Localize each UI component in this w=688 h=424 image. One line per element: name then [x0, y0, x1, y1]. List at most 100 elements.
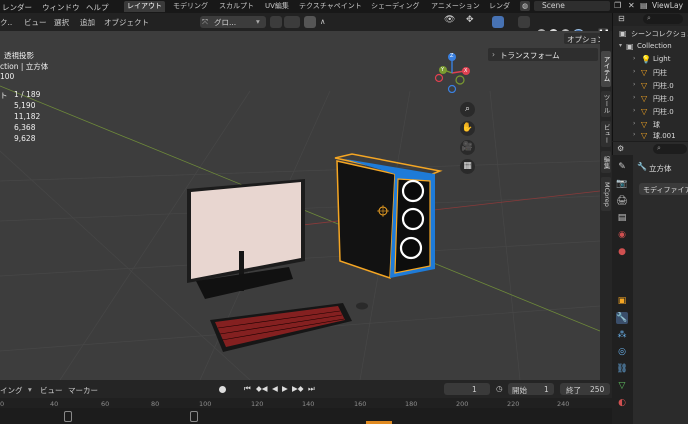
camera-icon[interactable]: 🎥: [460, 140, 475, 155]
view-layer-icon[interactable]: ▤: [640, 1, 650, 11]
play-icon[interactable]: ▶: [282, 384, 288, 393]
tab-layout[interactable]: レイアウト: [124, 1, 165, 12]
mouse-hint-icon: [190, 411, 198, 422]
jump-end-icon[interactable]: ⏭: [308, 384, 315, 394]
outliner-item-label: 球.001: [653, 132, 676, 140]
menu-render[interactable]: レンダー: [2, 2, 32, 13]
wrench-icon: 🔧: [637, 162, 647, 171]
proportional-toggle[interactable]: [304, 16, 316, 28]
physics-tab-icon[interactable]: ◎: [616, 346, 628, 358]
tab-mcprep[interactable]: MCprep: [601, 177, 611, 211]
editor-type-icon[interactable]: ⚙: [617, 144, 624, 153]
visibility-icon[interactable]: 👁: [444, 15, 455, 25]
play-reverse-icon[interactable]: ◀: [272, 384, 278, 393]
3d-viewport[interactable]: 透視投影 ction | 立方体 100 ト 1 / 189 5,190 11,…: [0, 31, 600, 380]
grid-ortho-icon[interactable]: ▦: [460, 159, 475, 174]
zoom-icon[interactable]: ⌕: [460, 102, 475, 117]
filter-icon[interactable]: ⊟: [618, 14, 627, 23]
ruler-tick: 40: [50, 400, 59, 408]
tab-rendering[interactable]: レンダ: [486, 1, 513, 12]
tab-tool[interactable]: ツール: [601, 91, 611, 117]
light-icon: 💡: [641, 55, 651, 64]
ruler-tick: 180: [405, 400, 418, 408]
gizmo-toggle-icon[interactable]: ✥: [466, 15, 474, 25]
outliner-item[interactable]: › ▽ 円柱.0: [613, 94, 688, 105]
falloff-icon[interactable]: ∧: [320, 17, 326, 26]
prev-keyframe-icon[interactable]: ◆◀: [256, 384, 268, 393]
end-frame-value: 250: [590, 385, 605, 394]
viewport-scene: [0, 85, 600, 380]
delete-scene-icon[interactable]: ✕: [628, 1, 638, 11]
pc-case-object[interactable]: [334, 153, 443, 280]
outliner-item[interactable]: › ▽ 球: [613, 120, 688, 131]
tab-edit[interactable]: 編集: [601, 151, 611, 173]
playback-menu[interactable]: イング: [0, 385, 23, 396]
record-icon[interactable]: [219, 386, 226, 393]
stat-objects: 1 / 189: [14, 90, 41, 99]
outliner-item[interactable]: › ▽ 球.001: [613, 131, 688, 142]
clock-icon[interactable]: ◷: [496, 384, 503, 393]
mouse-object[interactable]: [356, 302, 368, 310]
data-tab-icon[interactable]: ▽: [616, 380, 628, 392]
overlays-button[interactable]: [492, 16, 504, 28]
view-layer-tab-icon[interactable]: ▤: [616, 212, 628, 224]
mode-selector[interactable]: ク..: [0, 17, 12, 28]
pivot-button[interactable]: [270, 16, 282, 28]
tab-modeling[interactable]: モデリング: [170, 1, 211, 12]
modifier-tab-icon[interactable]: 🔧: [616, 312, 628, 324]
stat-triangles: 9,628: [14, 134, 36, 143]
expand-chevron-icon: ▾: [619, 42, 623, 49]
menu-view-timeline[interactable]: ビュー: [40, 385, 63, 396]
material-tab-icon[interactable]: ◐: [616, 397, 628, 409]
view-layer-name[interactable]: ViewLay: [652, 1, 683, 10]
start-frame-label: 開始: [512, 386, 527, 395]
render-tab-icon[interactable]: 📷: [616, 178, 628, 190]
search-icon: ⌕: [657, 144, 661, 152]
navigation-gizmo[interactable]: [432, 51, 476, 93]
object-name-label: 立方体: [649, 164, 672, 173]
collection-row[interactable]: ▾ ▣ Collection: [613, 42, 688, 53]
menu-window[interactable]: ウィンドウ: [42, 2, 80, 13]
tab-item[interactable]: アイテム: [601, 51, 611, 87]
snap-button[interactable]: [284, 16, 300, 28]
new-scene-icon[interactable]: ❐: [614, 1, 624, 11]
current-frame-value: 1: [472, 385, 477, 394]
outliner-item[interactable]: › ▽ 円柱: [613, 68, 688, 79]
monitor-object[interactable]: [187, 179, 305, 299]
next-keyframe-icon[interactable]: ▶◆: [292, 384, 304, 393]
outliner-item[interactable]: › 💡 Light: [613, 55, 688, 66]
dopesheet-area[interactable]: [0, 408, 612, 424]
outliner-item[interactable]: › ▽ 円柱.0: [613, 107, 688, 118]
scene-collection-row[interactable]: ▣ シーンコレクション: [613, 29, 688, 40]
menu-view[interactable]: ビュー: [24, 17, 47, 28]
top-menu-bar: レンダー ウィンドウ ヘルプ レイアウト モデリング スカルプト UV編集 テク…: [0, 0, 688, 13]
tab-animation[interactable]: アニメーション: [428, 1, 483, 12]
tab-view[interactable]: ビュー: [601, 121, 611, 147]
output-tab-icon[interactable]: 🖨: [616, 195, 628, 207]
pan-hand-icon[interactable]: ✋: [460, 121, 475, 136]
menu-select[interactable]: 選択: [54, 17, 69, 28]
tab-sculpt[interactable]: スカルプト: [216, 1, 257, 12]
menu-marker[interactable]: マーカー: [68, 385, 98, 396]
expand-chevron-icon: ›: [633, 55, 636, 62]
viewport-header: ク.. ビュー 選択 追加 オブジェクト ⤧ グロ... ▾ ∧ 👁 ✥ ❚❚: [0, 13, 612, 40]
menu-help[interactable]: ヘルプ: [86, 2, 109, 13]
scene-collection-label: シーンコレクション: [631, 30, 688, 38]
current-frame-field[interactable]: [444, 383, 490, 395]
scene-tab-icon[interactable]: ◉: [616, 229, 628, 241]
tab-texture-paint[interactable]: テクスチャペイント: [296, 1, 365, 12]
tool-tab-icon[interactable]: ✎: [616, 161, 628, 173]
object-tab-icon[interactable]: ▣: [616, 295, 628, 307]
tab-uv-editing[interactable]: UV編集: [262, 1, 292, 12]
jump-start-icon[interactable]: ⏮: [244, 384, 251, 394]
xray-button[interactable]: [518, 16, 530, 28]
menu-add[interactable]: 追加: [80, 17, 95, 28]
constraints-tab-icon[interactable]: ⛓: [616, 363, 628, 375]
particles-tab-icon[interactable]: ⁂: [616, 329, 628, 341]
menu-object[interactable]: オブジェクト: [104, 17, 149, 28]
tab-shading[interactable]: シェーディング: [368, 1, 423, 12]
outliner-item[interactable]: › ▽ 円柱.0: [613, 81, 688, 92]
scene-icon[interactable]: ◍: [520, 1, 530, 11]
active-collection-label: ction | 立方体: [0, 62, 49, 71]
world-tab-icon[interactable]: ●: [616, 246, 628, 258]
